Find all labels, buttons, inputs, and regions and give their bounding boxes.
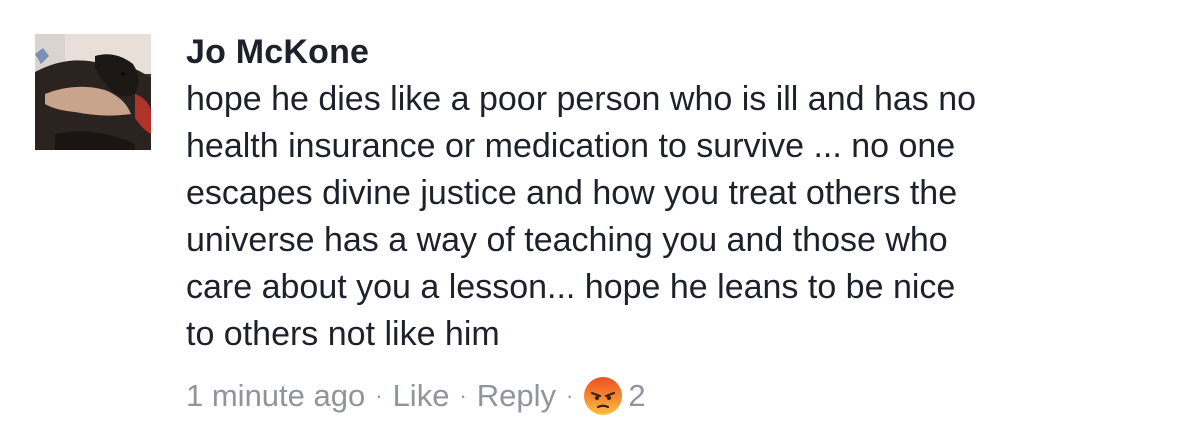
comment-author[interactable]: Jo McKone bbox=[186, 30, 369, 74]
comment-content: Jo McKone hope he dies like a poor perso… bbox=[186, 30, 1176, 416]
comment-actions: 1 minute ago · Like · Reply · 2 bbox=[186, 376, 1176, 416]
separator-dot: · bbox=[459, 383, 467, 408]
angry-reaction-icon bbox=[584, 377, 623, 415]
separator-dot: · bbox=[566, 383, 574, 408]
avatar[interactable] bbox=[35, 34, 151, 150]
comment-body-line: care about you a lesson... hope he leans… bbox=[186, 268, 956, 306]
like-button[interactable]: Like bbox=[393, 376, 450, 416]
reply-button[interactable]: Reply bbox=[477, 376, 556, 416]
comment-body-line: to others not like him bbox=[186, 315, 500, 353]
comment-timestamp[interactable]: 1 minute ago bbox=[186, 376, 365, 416]
separator-dot: · bbox=[375, 383, 383, 408]
comment-body: hope he dies like a poor person who is i… bbox=[186, 76, 1176, 358]
comment-body-line: hope he dies like a poor person who is i… bbox=[186, 80, 977, 118]
reaction-count: 2 bbox=[628, 378, 646, 413]
comment-body-line: health insurance or medication to surviv… bbox=[186, 127, 956, 165]
comment-body-line: universe has a way of teaching you and t… bbox=[186, 221, 948, 259]
avatar-photo bbox=[35, 34, 151, 150]
comment-body-line: escapes divine justice and how you treat… bbox=[186, 174, 958, 212]
reaction-summary[interactable]: 2 bbox=[583, 376, 646, 416]
